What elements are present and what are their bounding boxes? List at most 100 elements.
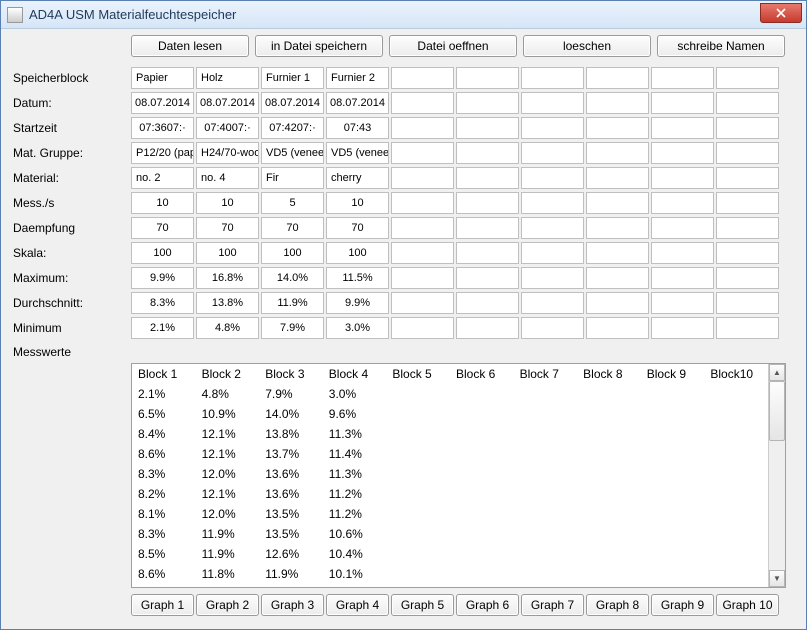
datum-cell-10[interactable] [716, 92, 779, 114]
minimum-cell-1[interactable]: 2.1% [131, 317, 194, 339]
matgruppe-cell-4[interactable]: VD5 (veneer [326, 142, 389, 164]
datum-cell-6[interactable] [456, 92, 519, 114]
scroll-down-icon[interactable]: ▼ [769, 570, 785, 587]
speicherblock-cell-1[interactable]: Papier [131, 67, 194, 89]
material-cell-8[interactable] [586, 167, 649, 189]
graph-button-9[interactable]: Graph 9 [651, 594, 714, 616]
matgruppe-cell-1[interactable]: P12/20 (pap [131, 142, 194, 164]
speicherblock-cell-6[interactable] [456, 67, 519, 89]
speicherblock-cell-7[interactable] [521, 67, 584, 89]
skala-cell-2[interactable]: 100 [196, 242, 259, 264]
minimum-cell-8[interactable] [586, 317, 649, 339]
material-cell-3[interactable]: Fir [261, 167, 324, 189]
messps-cell-6[interactable] [456, 192, 519, 214]
durchschnitt-cell-6[interactable] [456, 292, 519, 314]
daempfung-cell-1[interactable]: 70 [131, 217, 194, 239]
maximum-cell-7[interactable] [521, 267, 584, 289]
skala-cell-9[interactable] [651, 242, 714, 264]
maximum-cell-6[interactable] [456, 267, 519, 289]
table-header-3[interactable]: Block 3 [259, 364, 323, 384]
matgruppe-cell-7[interactable] [521, 142, 584, 164]
datum-cell-4[interactable]: 08.07.2014 [326, 92, 389, 114]
durchschnitt-cell-3[interactable]: 11.9% [261, 292, 324, 314]
close-button[interactable] [760, 3, 802, 23]
write-names-button[interactable]: schreibe Namen [657, 35, 785, 57]
speicherblock-cell-5[interactable] [391, 67, 454, 89]
read-button[interactable]: Daten lesen [131, 35, 249, 57]
messps-cell-4[interactable]: 10 [326, 192, 389, 214]
datum-cell-7[interactable] [521, 92, 584, 114]
speicherblock-cell-4[interactable]: Furnier 2 [326, 67, 389, 89]
graph-button-8[interactable]: Graph 8 [586, 594, 649, 616]
maximum-cell-1[interactable]: 9.9% [131, 267, 194, 289]
minimum-cell-3[interactable]: 7.9% [261, 317, 324, 339]
messps-cell-2[interactable]: 10 [196, 192, 259, 214]
open-file-button[interactable]: Datei oeffnen [389, 35, 517, 57]
daempfung-cell-8[interactable] [586, 217, 649, 239]
durchschnitt-cell-4[interactable]: 9.9% [326, 292, 389, 314]
durchschnitt-cell-8[interactable] [586, 292, 649, 314]
graph-button-2[interactable]: Graph 2 [196, 594, 259, 616]
skala-cell-8[interactable] [586, 242, 649, 264]
startzeit-cell-1[interactable]: 07:3607:· [131, 117, 194, 139]
skala-cell-5[interactable] [391, 242, 454, 264]
skala-cell-4[interactable]: 100 [326, 242, 389, 264]
maximum-cell-5[interactable] [391, 267, 454, 289]
messps-cell-1[interactable]: 10 [131, 192, 194, 214]
startzeit-cell-2[interactable]: 07:4007:· [196, 117, 259, 139]
graph-button-1[interactable]: Graph 1 [131, 594, 194, 616]
maximum-cell-2[interactable]: 16.8% [196, 267, 259, 289]
durchschnitt-cell-10[interactable] [716, 292, 779, 314]
speicherblock-cell-8[interactable] [586, 67, 649, 89]
matgruppe-cell-10[interactable] [716, 142, 779, 164]
skala-cell-1[interactable]: 100 [131, 242, 194, 264]
matgruppe-cell-8[interactable] [586, 142, 649, 164]
material-cell-10[interactable] [716, 167, 779, 189]
startzeit-cell-7[interactable] [521, 117, 584, 139]
startzeit-cell-3[interactable]: 07:4207:· [261, 117, 324, 139]
messps-cell-10[interactable] [716, 192, 779, 214]
matgruppe-cell-9[interactable] [651, 142, 714, 164]
table-header-7[interactable]: Block 7 [514, 364, 578, 384]
table-header-2[interactable]: Block 2 [196, 364, 260, 384]
daempfung-cell-7[interactable] [521, 217, 584, 239]
scroll-up-icon[interactable]: ▲ [769, 364, 785, 381]
matgruppe-cell-5[interactable] [391, 142, 454, 164]
datum-cell-2[interactable]: 08.07.2014 [196, 92, 259, 114]
datum-cell-8[interactable] [586, 92, 649, 114]
daempfung-cell-2[interactable]: 70 [196, 217, 259, 239]
daempfung-cell-4[interactable]: 70 [326, 217, 389, 239]
skala-cell-7[interactable] [521, 242, 584, 264]
material-cell-5[interactable] [391, 167, 454, 189]
speicherblock-cell-10[interactable] [716, 67, 779, 89]
matgruppe-cell-6[interactable] [456, 142, 519, 164]
delete-button[interactable]: loeschen [523, 35, 651, 57]
maximum-cell-8[interactable] [586, 267, 649, 289]
table-header-1[interactable]: Block 1 [132, 364, 196, 384]
messps-cell-3[interactable]: 5 [261, 192, 324, 214]
startzeit-cell-6[interactable] [456, 117, 519, 139]
skala-cell-3[interactable]: 100 [261, 242, 324, 264]
save-file-button[interactable]: in Datei speichern [255, 35, 383, 57]
durchschnitt-cell-9[interactable] [651, 292, 714, 314]
durchschnitt-cell-2[interactable]: 13.8% [196, 292, 259, 314]
material-cell-1[interactable]: no. 2 [131, 167, 194, 189]
scrollbar[interactable]: ▲ ▼ [768, 364, 785, 587]
matgruppe-cell-3[interactable]: VD5 (veneer [261, 142, 324, 164]
table-header-4[interactable]: Block 4 [323, 364, 387, 384]
material-cell-7[interactable] [521, 167, 584, 189]
daempfung-cell-5[interactable] [391, 217, 454, 239]
datum-cell-9[interactable] [651, 92, 714, 114]
datum-cell-1[interactable]: 08.07.2014 [131, 92, 194, 114]
scroll-thumb[interactable] [769, 381, 785, 441]
daempfung-cell-3[interactable]: 70 [261, 217, 324, 239]
table-header-8[interactable]: Block 8 [577, 364, 641, 384]
speicherblock-cell-9[interactable] [651, 67, 714, 89]
startzeit-cell-4[interactable]: 07:43 [326, 117, 389, 139]
material-cell-9[interactable] [651, 167, 714, 189]
minimum-cell-7[interactable] [521, 317, 584, 339]
speicherblock-cell-3[interactable]: Furnier 1 [261, 67, 324, 89]
minimum-cell-5[interactable] [391, 317, 454, 339]
minimum-cell-10[interactable] [716, 317, 779, 339]
skala-cell-6[interactable] [456, 242, 519, 264]
